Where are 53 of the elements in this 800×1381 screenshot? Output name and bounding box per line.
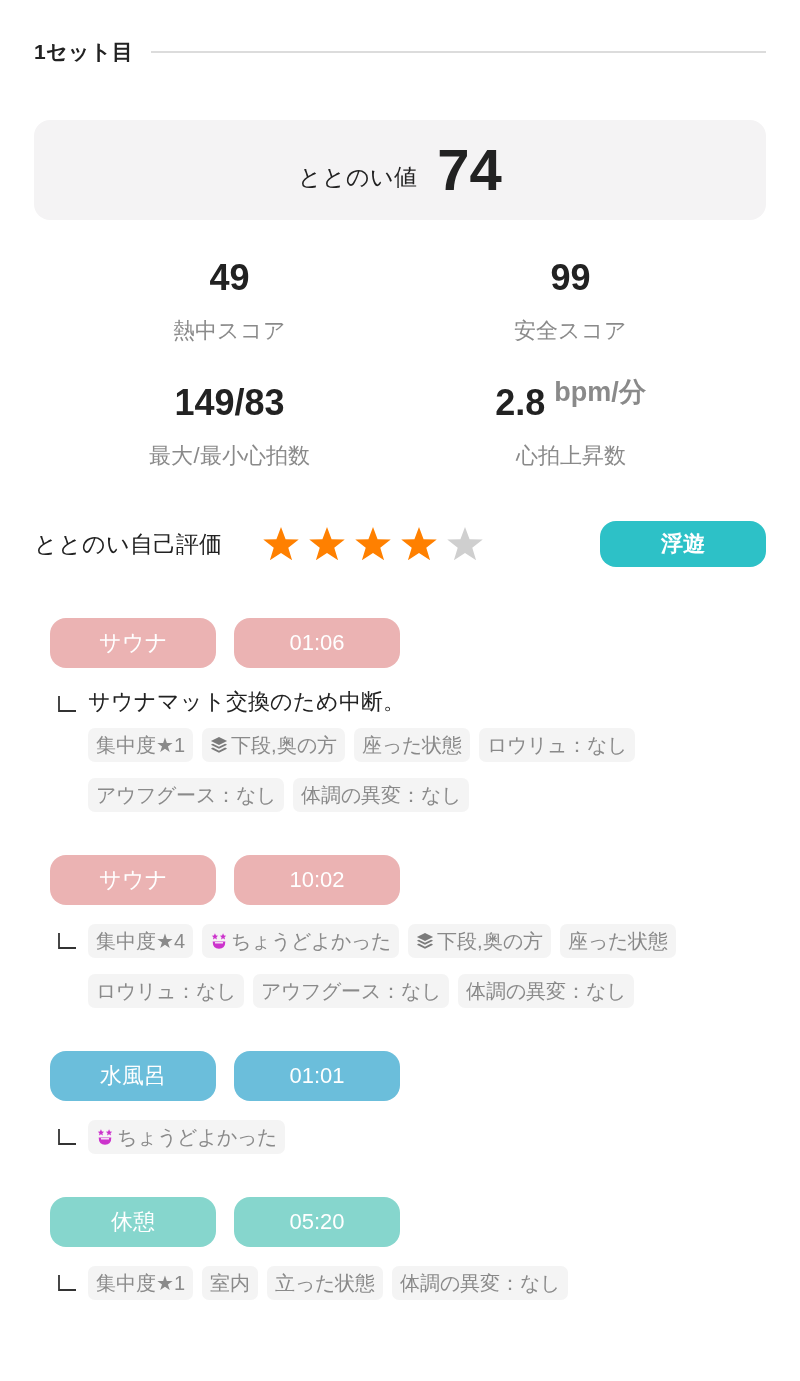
corner-icon: [58, 1275, 76, 1291]
stat-value: 149/83: [174, 383, 285, 423]
step-duration-tag: 10:02: [234, 855, 400, 905]
stat-value: 2.8: [495, 383, 546, 423]
stat-value: 99: [550, 258, 591, 298]
corner-icon: [58, 1129, 76, 1145]
star-icon: [400, 525, 438, 563]
stat-label: 熱中スコア: [173, 317, 286, 345]
grinning-face-icon: [96, 1128, 114, 1146]
set-title: 1セット目: [34, 39, 133, 65]
tag-text: 立った状態: [275, 1271, 376, 1296]
tag-text: 集中度★1: [96, 1271, 186, 1296]
score-value: 74: [437, 139, 502, 201]
tag-text: 室内: [210, 1271, 251, 1296]
tag-text: 下段,奥の方: [437, 929, 543, 954]
tag-text: 集中度★4: [96, 929, 186, 954]
tag-text: 集中度★1: [96, 733, 186, 758]
mood-badge: 浮遊: [600, 521, 766, 567]
tag-text: アウフグース：なし: [96, 783, 276, 808]
tag-text: 体調の異変：なし: [466, 979, 626, 1004]
star-icon: [446, 525, 484, 563]
tag-text: 体調の異変：なし: [301, 783, 461, 808]
step-duration-tag: 01:06: [234, 618, 400, 668]
stat-label: 最大/最小心拍数: [149, 442, 310, 470]
tag-text: ちょうどよかった: [231, 929, 392, 954]
corner-icon: [58, 933, 76, 949]
score-label: ととのい値: [298, 163, 418, 192]
step-type-tag: 休憩: [50, 1197, 216, 1247]
corner-icon: [58, 696, 76, 712]
tag-text: ロウリュ：なし: [486, 733, 627, 758]
tag-text: 下段,奥の方: [231, 733, 337, 758]
star-icon: [262, 525, 300, 563]
rating-label: ととのい自己評価: [34, 530, 223, 559]
step-duration-tag: 05:20: [234, 1197, 400, 1247]
tag-text: 体調の異変：なし: [400, 1271, 561, 1296]
tag-text: ロウリュ：なし: [96, 979, 236, 1004]
tag-text: アウフグース：なし: [261, 979, 441, 1004]
layers-icon: [416, 932, 435, 950]
stat-unit: bpm/分: [554, 377, 646, 407]
step-type-tag: サウナ: [50, 618, 216, 668]
star-icon: [354, 525, 392, 563]
stat-value: 49: [209, 258, 250, 298]
step-duration-tag: 01:01: [234, 1051, 400, 1101]
layers-icon: [210, 736, 229, 754]
star-icon: [308, 525, 346, 563]
step-type-tag: サウナ: [50, 855, 216, 905]
tag-text: 座った状態: [567, 929, 668, 954]
stat-label: 安全スコア: [514, 317, 627, 345]
step-note: サウナマット交換のため中断。: [88, 688, 406, 716]
tag-text: ちょうどよかった: [117, 1125, 277, 1150]
tag-text: 座った状態: [361, 733, 462, 758]
step-type-tag: 水風呂: [50, 1051, 216, 1101]
stat-label: 心拍上昇数: [515, 442, 626, 470]
